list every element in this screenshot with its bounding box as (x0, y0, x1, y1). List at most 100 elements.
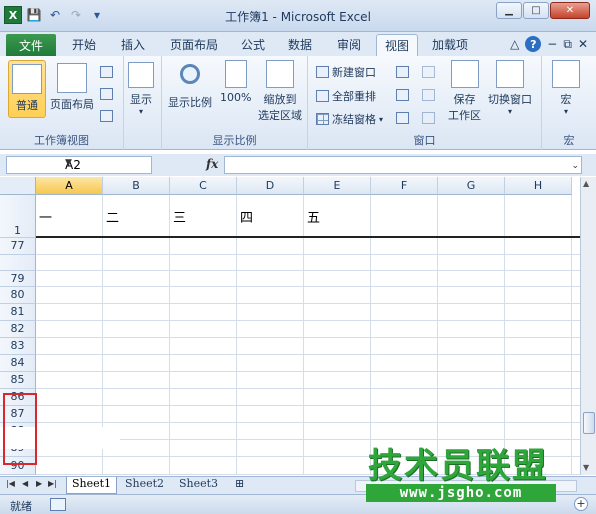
cell-row1-e[interactable]: 五 (307, 207, 320, 226)
row-header[interactable]: 82 (0, 321, 36, 338)
formula-bar: A2 ▼ fx ⌄ (0, 154, 596, 176)
insert-function-icon[interactable]: fx (206, 157, 218, 171)
next-sheet-icon[interactable]: ▶ (36, 479, 42, 488)
tab-formulas[interactable]: 公式 (241, 36, 265, 53)
page-break-preview-icon[interactable] (100, 66, 113, 78)
normal-view-label: 普通 (16, 99, 38, 112)
name-box[interactable]: A2 ▼ (6, 156, 152, 174)
tab-data[interactable]: 数据 (288, 36, 312, 53)
minimize-button[interactable]: ▁ (496, 2, 522, 19)
zoom-to-selection-button[interactable]: 缩放到 选定区域 (258, 60, 302, 123)
zoom-in-icon[interactable]: + (574, 497, 588, 511)
magnifier-icon (180, 64, 200, 84)
row-header[interactable]: 77 (0, 238, 36, 255)
row-header[interactable]: 84 (0, 355, 36, 372)
close-button[interactable]: ✕ (550, 2, 590, 19)
column-header-d[interactable]: D (237, 177, 304, 195)
zoom-100-button[interactable]: 100% (220, 60, 251, 104)
group-label-macros: 宏 (563, 134, 575, 147)
column-header-g[interactable]: G (438, 177, 505, 195)
collapse-ribbon-icon[interactable]: △ (510, 37, 519, 51)
row-header[interactable]: 83 (0, 338, 36, 355)
column-header-a[interactable]: A (36, 177, 103, 195)
tab-view[interactable]: 视图 (376, 34, 419, 56)
arrange-all-button[interactable]: 全部重排 (316, 88, 376, 104)
freeze-panes-button[interactable]: 冻结窗格 ▾ (316, 111, 383, 127)
scroll-down-icon[interactable]: ▼ (583, 463, 589, 472)
prev-sheet-icon[interactable]: ◀ (22, 479, 28, 488)
cell-row1-b[interactable]: 二 (106, 207, 119, 226)
row-header[interactable]: 81 (0, 304, 36, 321)
new-window-icon (316, 66, 329, 78)
view-side-by-side-icon[interactable] (422, 66, 435, 78)
switch-windows-button[interactable]: 切换窗口 ▾ (488, 60, 532, 116)
vertical-scroll-thumb[interactable] (583, 412, 595, 434)
ribbon-right-icons: △ ? − ⧉ ✕ (510, 36, 588, 52)
save-workspace-button[interactable]: 保存 工作区 (448, 60, 481, 123)
zoom-100-label: 100% (220, 91, 252, 104)
maximize-button[interactable]: □ (523, 2, 549, 19)
wb-close-icon[interactable]: ✕ (578, 37, 588, 51)
full-screen-icon[interactable] (100, 110, 113, 122)
help-icon[interactable]: ? (525, 36, 542, 52)
custom-views-icon[interactable] (100, 88, 113, 100)
group-label-zoom: 显示比例 (212, 134, 257, 147)
cell-row1-a[interactable]: 一 (39, 207, 52, 226)
row-header[interactable]: 85 (0, 372, 36, 389)
scroll-up-icon[interactable]: ▲ (583, 179, 589, 188)
hide-icon[interactable] (396, 89, 409, 101)
column-header-f[interactable]: F (371, 177, 438, 195)
sheet-tab-2[interactable]: Sheet2 (120, 477, 169, 494)
tab-review[interactable]: 审阅 (337, 36, 361, 53)
new-window-button[interactable]: 新建窗口 (316, 64, 376, 80)
zoom-100-icon (224, 60, 247, 88)
name-box-dropdown-icon[interactable]: ▼ (65, 158, 148, 168)
zoom-button[interactable]: 显示比例 (168, 60, 212, 110)
row-gridline (36, 270, 580, 271)
select-all-corner[interactable] (0, 177, 36, 195)
first-sheet-icon[interactable]: |◀ (6, 479, 15, 488)
unhide-icon[interactable] (396, 112, 409, 124)
freeze-panes-icon (316, 113, 329, 125)
arrange-all-label: 全部重排 (332, 90, 376, 103)
column-header-b[interactable]: B (103, 177, 170, 195)
split-icon[interactable] (396, 66, 409, 78)
zoom-label: 显示比例 (168, 96, 212, 109)
row-header[interactable]: 80 (0, 287, 36, 304)
column-header-c[interactable]: C (170, 177, 237, 195)
macros-button[interactable]: 宏 ▾ (552, 60, 580, 116)
cell-row1-d[interactable]: 四 (240, 207, 253, 226)
vertical-scrollbar[interactable]: ▲ ▼ (580, 177, 596, 475)
page-layout-label: 页面布局 (50, 98, 94, 111)
save-workspace-label-1: 保存 (453, 93, 476, 106)
tab-page-layout[interactable]: 页面布局 (170, 36, 218, 53)
show-button[interactable]: 显示 ▾ (128, 62, 154, 116)
tab-insert[interactable]: 插入 (121, 36, 145, 53)
insert-sheet-icon[interactable]: ⊞ (230, 477, 249, 494)
zoom-to-selection-icon (266, 60, 294, 88)
column-header-e[interactable]: E (304, 177, 371, 195)
last-sheet-icon[interactable]: ▶| (48, 479, 57, 488)
normal-view-button[interactable]: 普通 (8, 60, 46, 118)
formula-input[interactable]: ⌄ (224, 156, 582, 174)
column-header-h[interactable]: H (505, 177, 572, 195)
cell-row1-c[interactable]: 三 (173, 207, 186, 226)
sheet-tab-3[interactable]: Sheet3 (174, 477, 223, 494)
worksheet-grid[interactable]: ABCDEFGH 177798081828384858687888990 一二三… (0, 177, 580, 475)
sheet-tab-1[interactable]: Sheet1 (66, 477, 118, 494)
row-header[interactable]: 1 (0, 195, 36, 238)
arrange-all-icon (316, 90, 329, 102)
sync-scroll-icon[interactable] (422, 89, 435, 101)
row-header[interactable] (0, 255, 36, 271)
wb-minimize-icon[interactable]: − (547, 37, 557, 51)
reset-position-icon[interactable] (422, 112, 435, 124)
switch-windows-label: 切换窗口 (488, 93, 532, 106)
page-layout-view-button[interactable]: 页面布局 (50, 63, 94, 112)
tab-file[interactable]: 文件 (6, 34, 56, 56)
expand-formula-icon[interactable]: ⌄ (571, 161, 579, 171)
row-header[interactable]: 79 (0, 271, 36, 287)
wb-restore-icon[interactable]: ⧉ (563, 37, 572, 52)
tab-addins[interactable]: 加载项 (432, 36, 468, 53)
macro-record-icon[interactable] (50, 498, 66, 511)
tab-home[interactable]: 开始 (72, 36, 96, 53)
